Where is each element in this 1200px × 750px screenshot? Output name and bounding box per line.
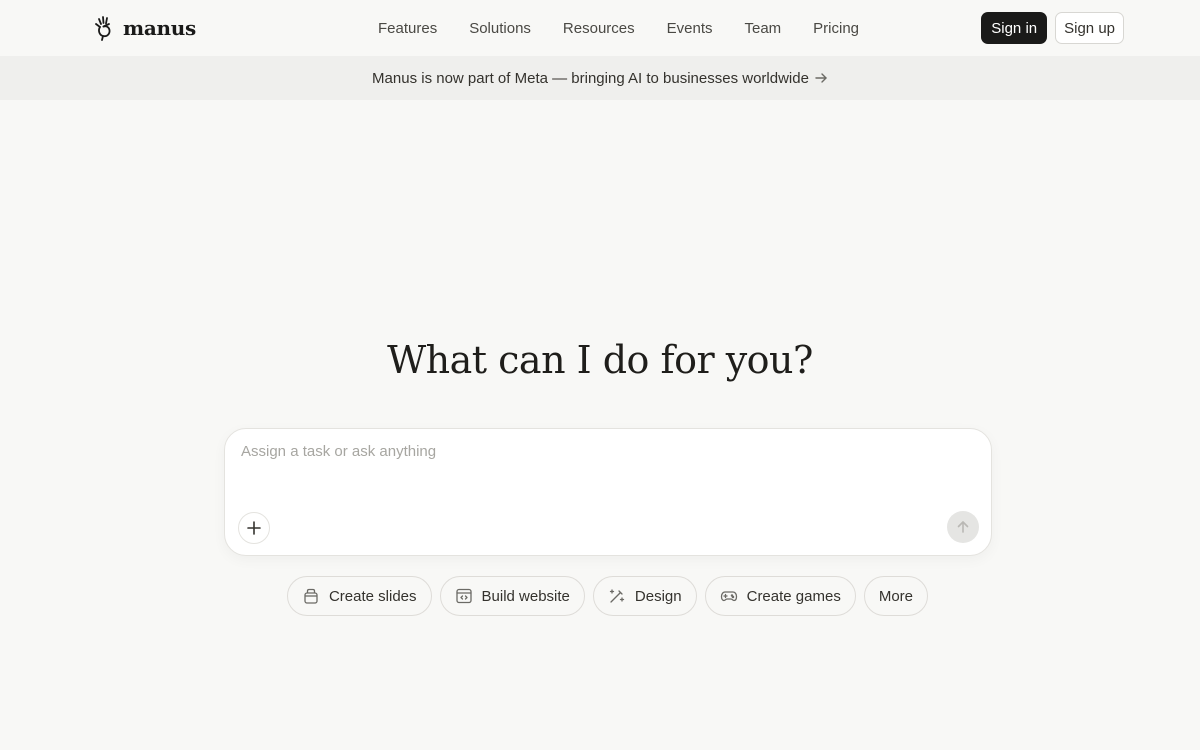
- main-nav: Features Solutions Resources Events Team…: [362, 0, 875, 56]
- chip-build-website[interactable]: Build website: [439, 576, 585, 616]
- plus-icon: [247, 521, 261, 535]
- chip-label: More: [878, 587, 914, 605]
- website-icon: [455, 588, 472, 604]
- chip-create-slides[interactable]: Create slides: [286, 576, 432, 616]
- quick-actions: Create slides Build website Design Creat…: [0, 576, 1200, 616]
- task-composer: [224, 428, 992, 556]
- nav-item-team[interactable]: Team: [728, 20, 797, 37]
- auth-buttons: Sign in Sign up: [981, 12, 1124, 44]
- hero-title: What can I do for you?: [387, 338, 813, 382]
- chip-label: Create slides: [328, 587, 417, 605]
- manus-hand-icon: [95, 16, 111, 41]
- chip-label: Build website: [481, 587, 570, 605]
- banner-text: Manus is now part of Meta — bringing AI …: [372, 69, 809, 87]
- chip-label: Create games: [746, 587, 841, 605]
- sign-up-button[interactable]: Sign up: [1055, 12, 1124, 44]
- chip-label: Design: [634, 587, 682, 605]
- arrow-up-icon: [957, 521, 969, 533]
- sign-in-button[interactable]: Sign in: [981, 12, 1048, 44]
- attach-button[interactable]: [238, 512, 270, 544]
- send-button[interactable]: [947, 511, 979, 543]
- chip-create-games[interactable]: Create games: [704, 576, 856, 616]
- arrow-right-icon: [815, 73, 827, 83]
- nav-item-events[interactable]: Events: [651, 20, 729, 37]
- chip-more[interactable]: More: [863, 576, 929, 616]
- gamepad-icon: [720, 591, 737, 602]
- nav-item-features[interactable]: Features: [362, 20, 453, 37]
- chip-design[interactable]: Design: [592, 576, 697, 616]
- design-icon: [609, 589, 625, 603]
- nav-item-resources[interactable]: Resources: [547, 20, 651, 37]
- brand-logo[interactable]: manus: [93, 14, 196, 42]
- brand-name: manus: [123, 16, 196, 40]
- task-input[interactable]: [241, 443, 971, 493]
- announcement-banner[interactable]: Manus is now part of Meta — bringing AI …: [0, 56, 1200, 100]
- nav-item-pricing[interactable]: Pricing: [797, 20, 875, 37]
- slides-icon: [304, 588, 318, 604]
- nav-item-solutions[interactable]: Solutions: [453, 20, 547, 37]
- site-header: manus Features Solutions Resources Event…: [0, 0, 1200, 56]
